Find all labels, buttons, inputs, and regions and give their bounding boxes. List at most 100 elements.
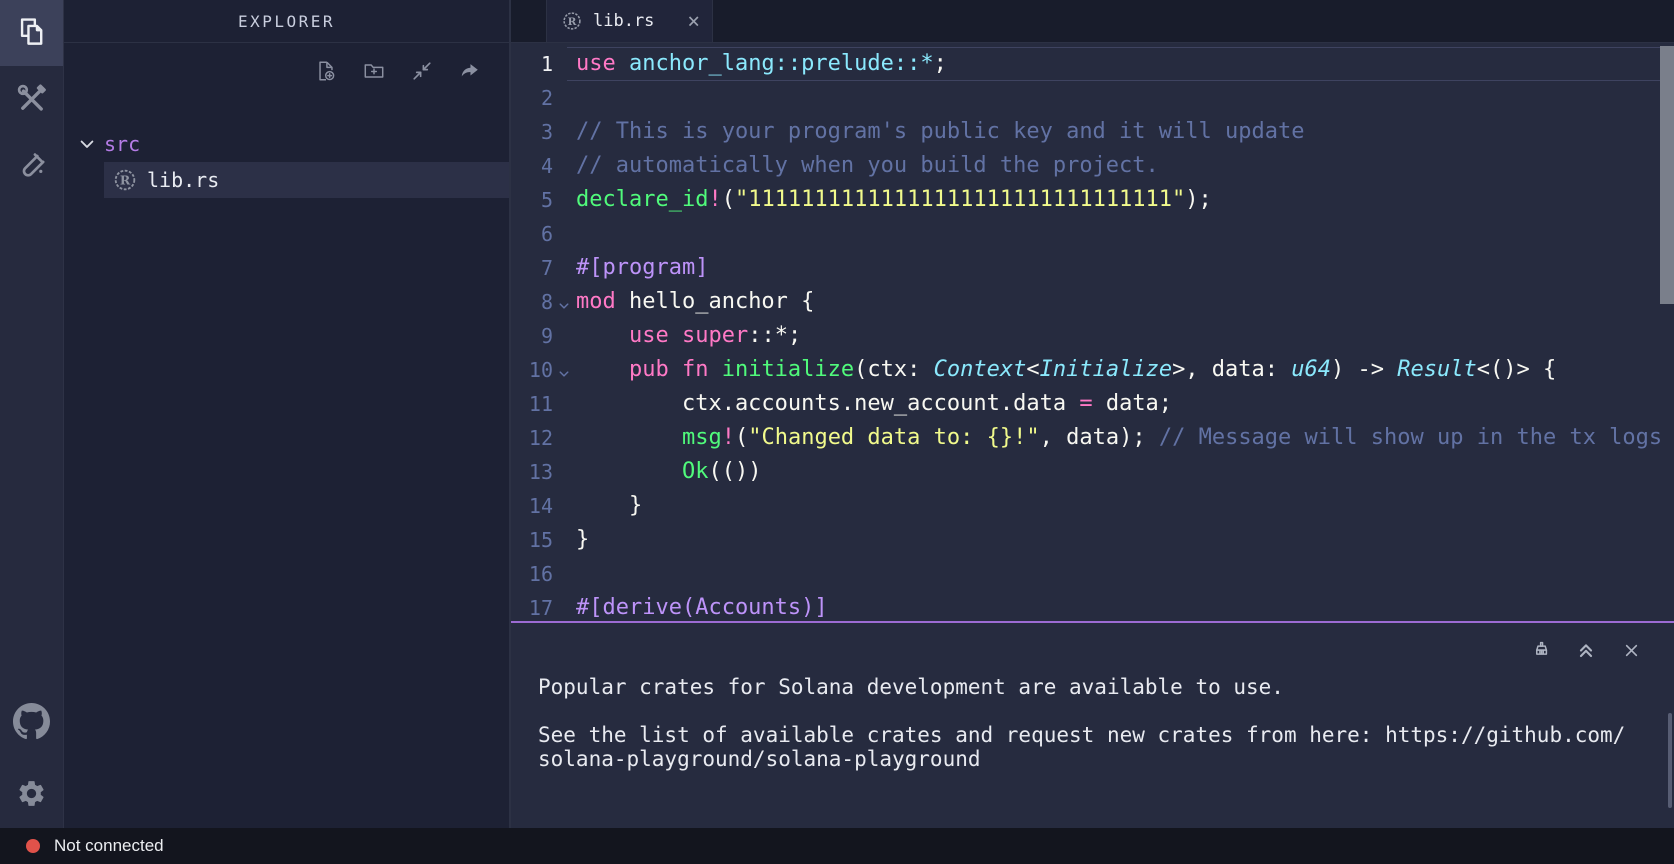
fold-chevron-icon[interactable] — [558, 300, 570, 312]
chevron-down-icon — [77, 134, 97, 154]
explorer-sidebar: EXPLORER — [64, 0, 511, 828]
code-line-4[interactable]: 4// automatically when you build the pro… — [511, 149, 1658, 183]
code-lines: 1 use anchor_lang::prelude::*;23 // This i… — [511, 47, 1658, 621]
activity-github-button[interactable] — [0, 701, 63, 741]
code-text: #[derive(Accounts)] — [576, 595, 828, 620]
code-text: use anchor_lang::prelude::*; — [576, 51, 947, 76]
build-tools-icon — [15, 82, 49, 116]
activity-bar — [0, 0, 64, 828]
line-number: 4 — [511, 149, 553, 183]
code-line-11[interactable]: 11 ctx.accounts.new_account.data = data; — [511, 387, 1658, 421]
line-number: 9 — [511, 319, 553, 353]
activity-build-button[interactable] — [0, 66, 63, 132]
terminal-line: See the list of available crates and req… — [538, 723, 1644, 747]
status-bar: Not connected — [0, 828, 1674, 864]
terminal-toolbar — [1530, 639, 1642, 661]
tree-folder-src[interactable]: src — [64, 126, 509, 162]
line-number: 6 — [511, 217, 553, 251]
gear-icon — [16, 778, 47, 809]
connection-status-label[interactable]: Not connected — [54, 836, 164, 856]
rust-file-icon: R — [112, 167, 138, 193]
line-number: 12 — [511, 421, 553, 455]
terminal-line: Popular crates for Solana development ar… — [538, 675, 1644, 699]
new-folder-button[interactable] — [363, 60, 385, 82]
code-editor[interactable]: 1 use anchor_lang::prelude::*;23 // This i… — [511, 43, 1674, 621]
tab-close-icon[interactable]: × — [687, 11, 700, 32]
code-text: #[program] — [576, 255, 708, 280]
line-number: 13 — [511, 455, 553, 489]
code-line-17[interactable]: 17 #[derive(Accounts)] — [511, 591, 1658, 621]
svg-text:R: R — [568, 16, 577, 28]
github-icon — [13, 703, 50, 740]
collapse-button[interactable] — [411, 60, 433, 82]
tree-file-lib-rs[interactable]: R lib.rs — [104, 162, 509, 198]
code-line-16[interactable]: 16 — [511, 557, 1658, 591]
line-number: 2 — [511, 81, 553, 115]
code-line-9[interactable]: 9 use super::*; — [511, 319, 1658, 353]
file-tree: src R lib.rs — [64, 126, 509, 198]
fold-chevron-icon[interactable] — [558, 368, 570, 380]
code-text: Ok(()) — [576, 459, 761, 484]
tab-bar: R lib.rs × — [511, 0, 1674, 43]
test-tube-icon — [16, 149, 48, 181]
line-number: 3 — [511, 115, 553, 149]
tab-lib-rs[interactable]: R lib.rs × — [546, 0, 713, 42]
code-line-13[interactable]: 13 Ok(()) — [511, 455, 1658, 489]
terminal-output: Popular crates for Solana development ar… — [538, 675, 1644, 771]
code-text: } — [576, 493, 642, 518]
code-text: use super::*; — [576, 323, 801, 348]
rust-file-icon: R — [561, 10, 583, 32]
explorer-title: EXPLORER — [238, 12, 335, 31]
code-line-2[interactable]: 2 — [511, 81, 1658, 115]
line-number: 5 — [511, 183, 553, 217]
line-number: 17 — [511, 591, 553, 621]
close-terminal-button[interactable] — [1620, 639, 1642, 661]
editor-scrollbar-thumb[interactable] — [1660, 46, 1674, 304]
code-line-12[interactable]: 12 msg!("Changed data to: {}!", data); /… — [511, 421, 1658, 455]
code-text: // This is your program's public key and… — [576, 119, 1304, 144]
new-file-button[interactable] — [315, 60, 337, 82]
code-line-8[interactable]: 8 mod hello_anchor { — [511, 285, 1658, 319]
code-line-15[interactable]: 15} — [511, 523, 1658, 557]
code-line-14[interactable]: 14 } — [511, 489, 1658, 523]
clear-terminal-icon — [1531, 640, 1552, 661]
line-number: 7 — [511, 251, 553, 285]
line-number: 15 — [511, 523, 553, 557]
collapse-icon — [411, 60, 433, 82]
terminal-panel: Popular crates for Solana development ar… — [511, 621, 1674, 828]
line-number: 11 — [511, 387, 553, 421]
line-number: 10 — [511, 353, 553, 387]
line-number: 1 — [511, 47, 553, 81]
app-window: EXPLORER — [0, 0, 1674, 828]
clear-terminal-button[interactable] — [1530, 639, 1552, 661]
line-number: 8 — [511, 285, 553, 319]
terminal-scrollbar-thumb[interactable] — [1668, 713, 1672, 808]
code-text: declare_id!("111111111111111111111111111… — [576, 187, 1212, 212]
svg-text:R: R — [120, 173, 131, 188]
code-line-7[interactable]: 7 #[program] — [511, 251, 1658, 285]
code-text: ctx.accounts.new_account.data = data; — [576, 391, 1172, 416]
code-line-3[interactable]: 3 // This is your program's public key an… — [511, 115, 1658, 149]
code-text: msg!("Changed data to: {}!", data); // M… — [576, 425, 1662, 450]
code-line-10[interactable]: 10 pub fn initialize(ctx: Context<Initia… — [511, 353, 1658, 387]
code-line-5[interactable]: 5 declare_id!("11111111111111111111111111… — [511, 183, 1658, 217]
share-button[interactable] — [459, 60, 481, 82]
folder-label: src — [104, 132, 140, 156]
explorer-header: EXPLORER — [64, 0, 509, 43]
code-line-1[interactable]: 1 use anchor_lang::prelude::*; — [511, 47, 1658, 81]
code-text: mod hello_anchor { — [576, 289, 814, 314]
terminal-line — [538, 699, 1644, 723]
new-folder-icon — [363, 60, 385, 82]
maximize-terminal-button[interactable] — [1575, 639, 1597, 661]
activity-explorer-button[interactable] — [0, 0, 63, 66]
activity-settings-button[interactable] — [0, 773, 63, 813]
activity-test-button[interactable] — [0, 132, 63, 198]
line-number: 14 — [511, 489, 553, 523]
share-icon — [459, 60, 481, 82]
terminal-line: solana-playground/solana-playground — [538, 747, 1644, 771]
code-line-6[interactable]: 6 — [511, 217, 1658, 251]
editor-area: R lib.rs × 1 use anchor_lang::prelude::*;… — [511, 0, 1674, 828]
code-text: } — [576, 527, 589, 552]
code-text: pub fn initialize(ctx: Context<Initializ… — [576, 357, 1556, 382]
file-label: lib.rs — [147, 168, 219, 192]
